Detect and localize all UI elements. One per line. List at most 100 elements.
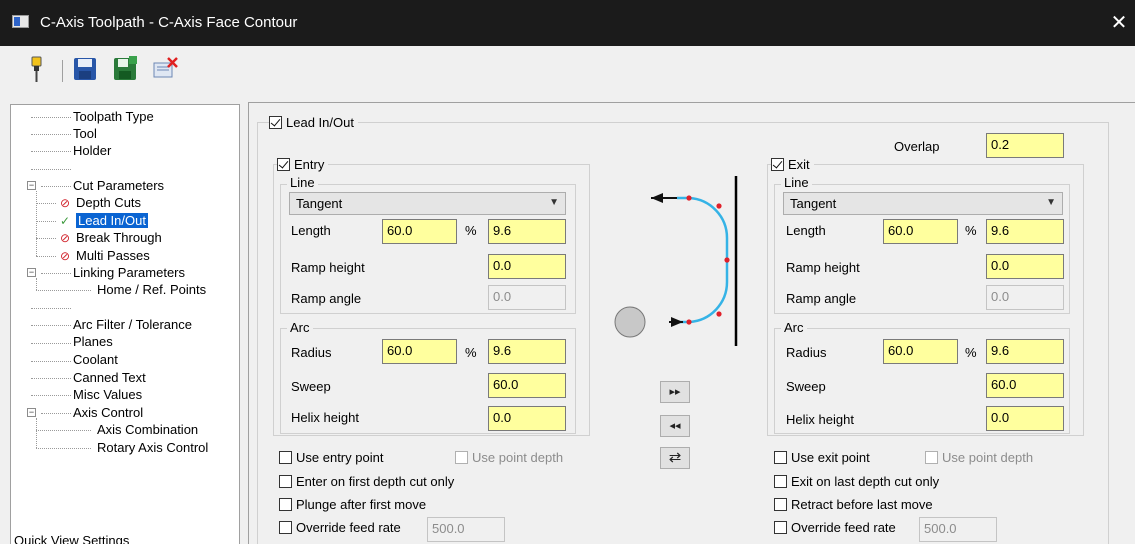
entry-helix-height-field[interactable]: 0.0 bbox=[488, 406, 566, 431]
tree-item-label: Planes bbox=[73, 334, 113, 349]
pin-icon[interactable] bbox=[22, 54, 52, 84]
exit-use-point-depth-checkbox: Use point depth bbox=[925, 450, 1033, 465]
exit-radius-label: Radius bbox=[786, 345, 827, 360]
exit-ramp-height-field[interactable]: 0.0 bbox=[986, 254, 1064, 279]
quick-view-settings-label: Quick View Settings bbox=[14, 533, 130, 544]
entry-sweep-field[interactable]: 60.0 bbox=[488, 373, 566, 398]
entry-line-type-select[interactable]: Tangent ▼ bbox=[289, 192, 566, 215]
entry-sweep-label: Sweep bbox=[291, 379, 331, 394]
entry-checkbox[interactable]: Entry bbox=[277, 157, 329, 172]
entry-helix-height-label: Helix height bbox=[291, 410, 359, 425]
collapse-axis-control[interactable]: − bbox=[27, 408, 36, 417]
enter-first-depth-cut-checkbox[interactable]: Enter on first depth cut only bbox=[279, 474, 454, 489]
exit-checkbox[interactable]: Exit bbox=[771, 157, 814, 172]
checkbox-box[interactable] bbox=[277, 158, 290, 171]
tree-item-depth-cuts[interactable]: ⊘ Depth Cuts bbox=[57, 195, 141, 211]
parameter-tree: − − − Toolpath Type Tool Holder Cut Para… bbox=[10, 104, 240, 544]
tree-guide bbox=[36, 448, 91, 449]
exit-last-depth-cut-checkbox[interactable]: Exit on last depth cut only bbox=[774, 474, 939, 489]
use-entry-point-checkbox[interactable]: Use entry point bbox=[279, 450, 383, 465]
arrowhead-icon bbox=[651, 193, 663, 203]
tree-item-canned-text[interactable]: Canned Text bbox=[73, 370, 146, 386]
checkbox-box[interactable] bbox=[279, 521, 292, 534]
tree-item-axis-control[interactable]: Axis Control bbox=[73, 405, 143, 421]
checkbox-box[interactable] bbox=[771, 158, 784, 171]
exit-helix-height-field[interactable]: 0.0 bbox=[986, 406, 1064, 431]
exit-length-field[interactable]: 60.0 bbox=[883, 219, 958, 244]
lead-preview-diagram bbox=[614, 176, 738, 346]
save-as-icon[interactable] bbox=[110, 54, 140, 84]
tree-item-planes[interactable]: Planes bbox=[73, 334, 113, 350]
select-value: Tangent bbox=[296, 196, 343, 211]
tree-guide bbox=[31, 117, 71, 118]
tree-item-toolpath-type[interactable]: Toolpath Type bbox=[73, 109, 154, 125]
checkbox-box[interactable] bbox=[279, 498, 292, 511]
tree-item-label: Depth Cuts bbox=[76, 195, 142, 210]
entry-length-field[interactable]: 60.0 bbox=[382, 219, 457, 244]
tree-item-label: Cut Parameters bbox=[73, 178, 165, 193]
exit-line-type-select[interactable]: Tangent ▼ bbox=[783, 192, 1063, 215]
copy-exit-to-entry-button[interactable]: ◂◂ bbox=[660, 415, 690, 437]
tree-item-multi-passes[interactable]: ⊘ Multi Passes bbox=[57, 248, 150, 264]
checkbox-box[interactable] bbox=[279, 451, 292, 464]
entry-ramp-height-field[interactable]: 0.0 bbox=[488, 254, 566, 279]
checkbox-box[interactable] bbox=[774, 475, 787, 488]
toolbar bbox=[0, 46, 1135, 94]
disabled-icon: ⊘ bbox=[59, 249, 71, 263]
entry-length-percent-field[interactable]: 9.6 bbox=[488, 219, 566, 244]
lead-in-out-checkbox[interactable]: Lead In/Out bbox=[269, 115, 358, 130]
use-exit-point-checkbox[interactable]: Use exit point bbox=[774, 450, 870, 465]
tree-item-label: Rotary Axis Control bbox=[97, 440, 209, 455]
exit-helix-height-label: Helix height bbox=[786, 412, 854, 427]
tree-item-label: Break Through bbox=[76, 230, 162, 245]
checkbox-box[interactable] bbox=[774, 451, 787, 464]
tree-item-lead-in-out[interactable]: ✓ Lead In/Out bbox=[57, 213, 148, 229]
point-marker bbox=[724, 257, 730, 263]
checkbox-label: Use point depth bbox=[472, 450, 564, 465]
disabled-icon: ⊘ bbox=[59, 196, 71, 210]
tree-item-home-ref-points[interactable]: Home / Ref. Points bbox=[97, 282, 206, 298]
close-button[interactable]: ✕ bbox=[1109, 10, 1129, 35]
exit-sweep-label: Sweep bbox=[786, 379, 826, 394]
tree-item-break-through[interactable]: ⊘ Break Through bbox=[57, 230, 162, 246]
tree-item-axis-combination[interactable]: Axis Combination bbox=[97, 422, 198, 438]
checkbox-label: Enter on first depth cut only bbox=[296, 474, 455, 489]
tree-item-label: Multi Passes bbox=[76, 248, 150, 263]
plunge-after-first-move-checkbox[interactable]: Plunge after first move bbox=[279, 497, 426, 512]
save-icon[interactable] bbox=[70, 54, 100, 84]
retract-before-last-move-checkbox[interactable]: Retract before last move bbox=[774, 497, 933, 512]
exit-length-percent-field[interactable]: 9.6 bbox=[986, 219, 1064, 244]
entry-radius-field[interactable]: 60.0 bbox=[382, 339, 457, 364]
delete-icon[interactable] bbox=[150, 54, 180, 84]
exit-override-feed-checkbox[interactable]: Override feed rate bbox=[774, 520, 896, 535]
tree-item-misc-values[interactable]: Misc Values bbox=[73, 387, 142, 403]
tree-guide bbox=[31, 325, 71, 326]
tree-item-holder[interactable]: Holder bbox=[73, 143, 111, 159]
tree-item-rotary-axis-control[interactable]: Rotary Axis Control bbox=[97, 440, 208, 456]
collapse-cut-parameters[interactable]: − bbox=[27, 181, 36, 190]
tree-guide bbox=[41, 186, 71, 187]
entry-override-feed-checkbox[interactable]: Override feed rate bbox=[279, 520, 401, 535]
checkbox-box[interactable] bbox=[279, 475, 292, 488]
checkbox-box bbox=[925, 451, 938, 464]
overlap-field[interactable]: 0.2 bbox=[986, 133, 1064, 158]
tree-item-coolant[interactable]: Coolant bbox=[73, 352, 118, 368]
checkbox-box[interactable] bbox=[774, 521, 787, 534]
copy-entry-to-exit-button[interactable]: ▸▸ bbox=[660, 381, 690, 403]
swap-button[interactable]: ⇄ bbox=[660, 447, 690, 469]
checkbox-label: Override feed rate bbox=[296, 520, 401, 535]
entry-override-feed-field: 500.0 bbox=[427, 517, 505, 542]
checkbox-label: Lead In/Out bbox=[286, 115, 354, 130]
exit-radius-field[interactable]: 60.0 bbox=[883, 339, 958, 364]
tool-icon bbox=[614, 306, 646, 338]
tree-item-linking-parameters[interactable]: Linking Parameters bbox=[73, 265, 185, 281]
tree-item-tool[interactable]: Tool bbox=[73, 126, 97, 142]
collapse-linking-parameters[interactable]: − bbox=[27, 268, 36, 277]
checkbox-box[interactable] bbox=[774, 498, 787, 511]
tree-item-arc-filter[interactable]: Arc Filter / Tolerance bbox=[73, 317, 192, 333]
exit-radius-percent-field[interactable]: 9.6 bbox=[986, 339, 1064, 364]
entry-radius-percent-field[interactable]: 9.6 bbox=[488, 339, 566, 364]
checkbox-box[interactable] bbox=[269, 116, 282, 129]
exit-sweep-field[interactable]: 60.0 bbox=[986, 373, 1064, 398]
tree-item-cut-parameters[interactable]: Cut Parameters bbox=[73, 178, 164, 194]
